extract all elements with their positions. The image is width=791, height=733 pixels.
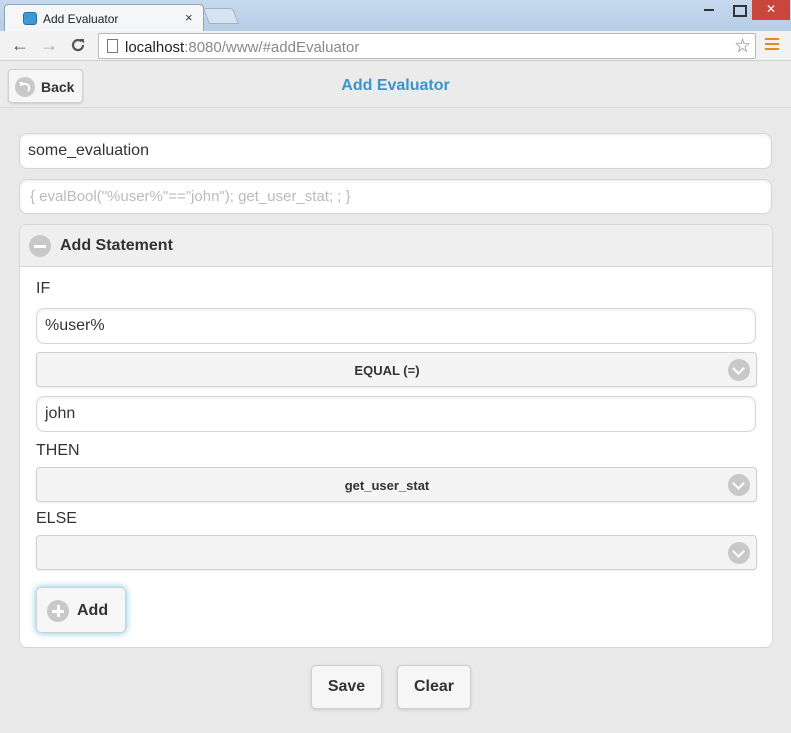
chevron-down-icon — [728, 474, 750, 496]
operator-select[interactable]: EQUAL (=) — [36, 352, 757, 387]
evaluator-name-input[interactable]: some_evaluation — [19, 133, 772, 169]
back-arrow-icon[interactable]: ← — [11, 36, 29, 54]
clear-button[interactable]: Clear — [397, 665, 471, 709]
browser-toolbar: ← → localhost:8080/www/#addEvaluator ☆ — [0, 31, 791, 61]
tab-close-icon[interactable]: × — [185, 10, 193, 25]
if-label: IF — [36, 280, 51, 297]
operator-value: EQUAL (=) — [354, 363, 420, 378]
add-statement-header[interactable]: Add Statement — [20, 225, 772, 267]
expression-input[interactable]: { evalBool("%user%"=="john"); get_user_s… — [19, 179, 772, 214]
then-label: THEN — [36, 442, 80, 459]
chevron-down-icon — [728, 359, 750, 381]
bookmark-star-icon[interactable]: ☆ — [734, 35, 751, 58]
favicon-icon — [23, 12, 37, 25]
chrome-menu-icon[interactable] — [765, 38, 779, 52]
add-button-label: Add — [77, 602, 109, 619]
else-label: ELSE — [36, 510, 77, 527]
chevron-down-icon — [728, 542, 750, 564]
browser-titlebar: Add Evaluator × — [0, 0, 791, 31]
then-value: get_user_stat — [344, 478, 430, 493]
if-variable-input[interactable]: %user% — [36, 308, 756, 344]
else-select[interactable] — [36, 535, 757, 570]
add-statement-panel: Add Statement IF %user% EQUAL (=) john T… — [19, 224, 773, 648]
compare-value-input[interactable]: john — [36, 396, 756, 432]
page-icon — [107, 39, 118, 53]
add-statement-title: Add Statement — [60, 237, 173, 254]
add-statement-button[interactable]: Add — [36, 587, 126, 633]
page-title: Add Evaluator — [341, 77, 450, 94]
reload-icon[interactable] — [69, 36, 87, 57]
new-tab-button[interactable] — [203, 8, 239, 24]
minimize-button[interactable] — [694, 0, 724, 20]
url-text[interactable]: localhost:8080/www/#addEvaluator — [125, 39, 359, 56]
collapse-minus-icon — [29, 235, 51, 257]
window-close-button[interactable] — [752, 0, 790, 20]
plus-icon — [47, 600, 69, 622]
save-button[interactable]: Save — [311, 665, 382, 709]
tab-title: Add Evaluator — [43, 12, 119, 26]
then-select[interactable]: get_user_stat — [36, 467, 757, 502]
address-bar[interactable]: localhost:8080/www/#addEvaluator ☆ — [98, 33, 756, 59]
browser-tab[interactable]: Add Evaluator × — [4, 4, 204, 31]
forward-arrow-icon[interactable]: → — [40, 36, 58, 54]
app-header: Back Add Evaluator — [0, 62, 791, 108]
maximize-button[interactable] — [723, 0, 753, 20]
